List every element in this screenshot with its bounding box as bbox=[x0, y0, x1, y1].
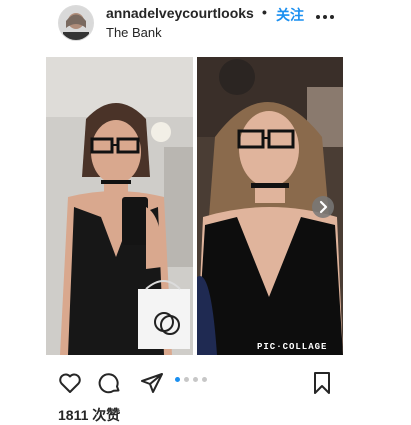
send-icon bbox=[141, 373, 163, 393]
watermark: PIC·COLLAGE bbox=[257, 342, 328, 352]
carousel-dot bbox=[175, 377, 180, 382]
avatar[interactable] bbox=[58, 5, 94, 41]
share-button[interactable] bbox=[140, 371, 164, 400]
likes-count[interactable]: 1811 次赞 bbox=[58, 405, 120, 425]
post-image[interactable] bbox=[46, 57, 343, 355]
chevron-right-icon bbox=[319, 200, 328, 214]
carousel-dot bbox=[184, 377, 189, 382]
photo-left bbox=[46, 57, 193, 355]
comment-button[interactable] bbox=[98, 371, 122, 400]
carousel-dot bbox=[202, 377, 207, 382]
post-header: annadelveycourtlooks • 关注 The Bank bbox=[0, 0, 411, 50]
more-options-icon[interactable] bbox=[316, 15, 336, 21]
location[interactable]: The Bank bbox=[106, 25, 162, 40]
like-button[interactable] bbox=[58, 371, 82, 400]
heart-icon bbox=[59, 373, 81, 393]
bookmark-icon bbox=[314, 372, 330, 394]
carousel-dot bbox=[193, 377, 198, 382]
follow-button[interactable]: 关注 bbox=[276, 5, 304, 25]
action-bar bbox=[0, 365, 411, 401]
save-button[interactable] bbox=[310, 371, 334, 400]
comment-icon bbox=[98, 373, 120, 394]
next-photo-button[interactable] bbox=[312, 196, 334, 218]
separator: • bbox=[262, 4, 267, 20]
username[interactable]: annadelveycourtlooks bbox=[106, 5, 254, 21]
